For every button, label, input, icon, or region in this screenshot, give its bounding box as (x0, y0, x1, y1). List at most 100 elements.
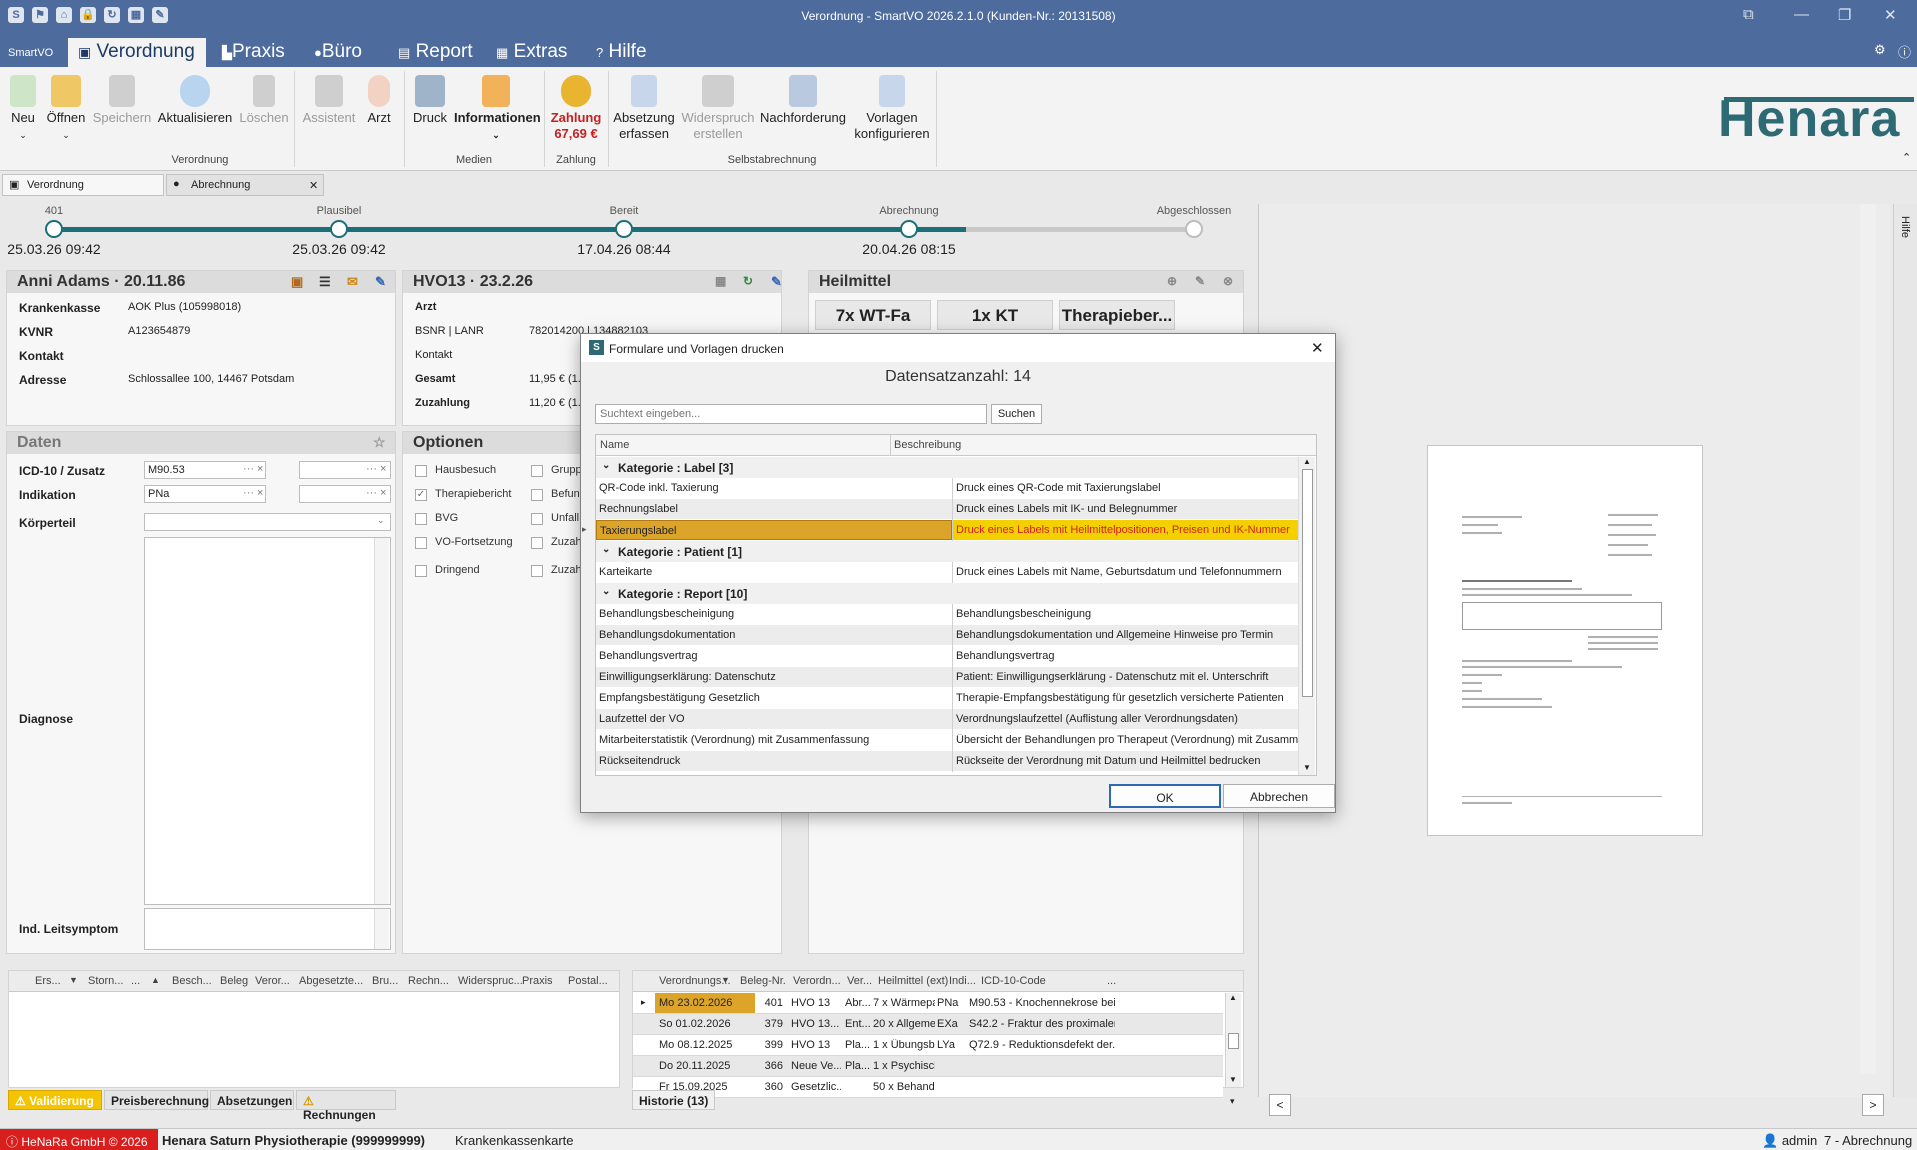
form-row[interactable]: Rückseitendruck Rückseite der Verordnung … (596, 751, 1309, 772)
payment-button[interactable]: Zahlung 67,69 € (548, 75, 604, 142)
bottom-tab-rechnungen[interactable]: ⚠ Rechnungen (296, 1090, 396, 1122)
tab-buero[interactable]: ●Büro (306, 38, 370, 67)
option-checkbox[interactable] (531, 565, 543, 577)
option-checkbox[interactable] (415, 565, 427, 577)
left-grid-column-header[interactable]: Widerspruc... (458, 975, 523, 987)
table-row[interactable]: ▸Mo 23.02.2026401HVO 13Abr...7 x Wärmepa… (633, 993, 1223, 1014)
more-icon[interactable]: ··· (243, 487, 254, 499)
doc-tab-abrechnung[interactable]: ● Abrechnung ✕ (166, 174, 324, 196)
option-checkbox[interactable] (415, 465, 427, 477)
indikation-input[interactable]: PNa ··· × (144, 485, 266, 503)
heilmittel-item[interactable]: 7x WT-Fa (815, 300, 931, 330)
scroll-up-icon[interactable]: ▲ (1229, 993, 1237, 1002)
category-row[interactable]: ⌄ Kategorie : Label [3] (596, 457, 1309, 478)
close-window-button[interactable]: ✕ (1884, 6, 1897, 24)
form-row[interactable]: Einwilligungserklärung: Datenschutz Patie… (596, 667, 1309, 688)
column-description-header[interactable]: Beschreibung (894, 439, 961, 451)
historie-column-header[interactable]: ICD-10-Code (981, 975, 1046, 987)
restore-layout-icon[interactable]: ⧉ (1743, 6, 1754, 23)
historie-scrollbar[interactable]: ▲ ▼ (1225, 993, 1241, 1087)
option-checkbox[interactable] (531, 513, 543, 525)
scroll-thumb[interactable] (1228, 1033, 1239, 1049)
calendar-icon[interactable]: ▦ (715, 274, 726, 288)
form-row[interactable]: Mitarbeiterstatistik (Verordnung) mit Zu… (596, 730, 1309, 751)
preview-prev-button[interactable]: < (1269, 1094, 1291, 1116)
icd-input[interactable]: M90.53 ··· × (144, 461, 266, 479)
historie-tab[interactable]: Historie (13) (632, 1090, 716, 1110)
form-row[interactable]: Behandlungsvertrag Behandlungsvertrag (596, 646, 1309, 667)
chevron-down-icon[interactable]: ⌄ (602, 586, 610, 597)
sort-desc-icon[interactable]: ▼ (69, 975, 78, 985)
search-button[interactable]: Suchen (991, 404, 1042, 424)
table-row[interactable]: So 01.02.2026 379 HVO 13... Ent... 20 x Allg… (633, 1014, 1223, 1035)
historie-column-header[interactable]: Beleg-Nr. (740, 975, 786, 987)
clear-icon[interactable]: × (380, 463, 386, 475)
historie-column-header[interactable]: Verordn... (793, 975, 841, 987)
heilmittel-item[interactable]: Therapieber... (1059, 300, 1175, 330)
cancel-button[interactable]: Abbrechen (1223, 784, 1335, 808)
settings-icon[interactable]: ⚙ (1874, 42, 1886, 58)
koerperteil-select[interactable]: ⌄ (144, 513, 391, 531)
open-button[interactable]: Öffnen ⌄ (44, 75, 88, 143)
app-menu[interactable]: SmartVO (0, 38, 61, 67)
scroll-down-icon[interactable]: ▼ (1303, 763, 1311, 772)
historie-column-header[interactable]: ... (1107, 975, 1116, 987)
user-info[interactable]: 👤 admin (1762, 1133, 1817, 1149)
left-grid-column-header[interactable]: Veror... (255, 975, 290, 987)
option-checkbox[interactable] (415, 513, 427, 525)
form-row[interactable]: Behandlungsdokumentation Behandlungsdokum… (596, 625, 1309, 646)
icd-zusatz-input[interactable]: ··· × (299, 461, 391, 479)
search-input[interactable] (595, 404, 987, 424)
notes-icon[interactable]: ✉ (347, 274, 358, 290)
more-icon[interactable]: ··· (366, 463, 377, 475)
left-grid-column-header[interactable]: Besch... (172, 975, 212, 987)
category-row[interactable]: ⌄ Kategorie : Patient [1] (596, 541, 1309, 562)
deduction-button[interactable]: Absetzung erfassen (612, 75, 676, 142)
preview-next-button[interactable]: > (1862, 1094, 1884, 1116)
form-row[interactable]: Empfangsbestätigung Gesetzlich Therapie-E… (596, 688, 1309, 709)
refresh-button[interactable]: Aktualisieren (156, 75, 234, 126)
clear-icon[interactable]: × (257, 487, 263, 499)
save-button[interactable]: Speichern (92, 75, 152, 126)
ok-button[interactable]: OK (1109, 784, 1221, 808)
left-grid-column-header[interactable]: ... (131, 975, 140, 987)
indikation-zusatz-input[interactable]: ··· × (299, 485, 391, 503)
bottom-tab-preisberechnung[interactable]: Preisberechnung (104, 1090, 209, 1110)
left-grid-column-header[interactable]: Bru... (372, 975, 398, 987)
form-row[interactable]: Laufzettel der VO Verordnungslaufzettel (… (596, 709, 1309, 730)
assistant-button[interactable]: Assistent (300, 75, 358, 126)
bottom-tab-absetzungen[interactable]: Absetzungen (210, 1090, 294, 1110)
clear-icon[interactable]: × (257, 463, 263, 475)
close-dialog-button[interactable]: ✕ (1311, 339, 1324, 357)
historie-column-header[interactable]: Verordnungs... (659, 975, 731, 987)
scroll-down-icon[interactable]: ▼ (1229, 1075, 1237, 1084)
left-grid-column-header[interactable]: Abgesetzte... (299, 975, 363, 987)
option-checkbox[interactable] (531, 465, 543, 477)
tab-hilfe[interactable]: ? Hilfe (588, 38, 655, 67)
option-checkbox[interactable] (531, 537, 543, 549)
diagnose-textarea[interactable] (144, 537, 391, 905)
star-icon[interactable]: ☆ (373, 434, 386, 451)
form-row[interactable]: Rechnungslabel Druck eines Labels mit IK-… (596, 499, 1309, 520)
category-row[interactable]: ⌄ Kategorie : Report [10] (596, 583, 1309, 604)
remove-circle-icon[interactable]: ⊗ (1223, 274, 1233, 288)
left-grid-column-header[interactable]: Rechn... (408, 975, 449, 987)
historie-column-header[interactable]: Heilmittel (ext) (878, 975, 948, 987)
sort-asc-icon[interactable]: ▲ (151, 975, 160, 985)
table-row[interactable]: Do 20.11.2025 366 Neue Ve... Pla... 1 x Psyc… (633, 1056, 1223, 1077)
print-button[interactable]: Druck (410, 75, 450, 126)
option-checkbox[interactable]: ✓ (415, 489, 427, 501)
configure-templates-button[interactable]: Vorlagen konfigurieren (852, 75, 932, 142)
leitsymptom-scrollbar[interactable] (374, 909, 389, 949)
chevron-down-icon[interactable]: ▾ (1230, 1096, 1235, 1107)
chevron-down-icon[interactable]: ⌄ (602, 544, 610, 555)
form-row[interactable]: ▸ Taxierungslabel Druck eines Labels mit H… (582, 520, 1309, 541)
minimize-button[interactable]: — (1794, 6, 1809, 23)
left-grid-column-header[interactable]: Ers... (35, 975, 61, 987)
left-grid-column-header[interactable]: Storn... (88, 975, 123, 987)
claim-button[interactable]: Nachforderung (760, 75, 846, 126)
tab-report[interactable]: ▤ Report (390, 38, 481, 67)
heilmittel-item[interactable]: 1x KT (937, 300, 1053, 330)
doc-tab-verordnung[interactable]: ▣ Verordnung (2, 174, 164, 196)
chevron-down-icon[interactable]: ⌄ (602, 460, 610, 471)
